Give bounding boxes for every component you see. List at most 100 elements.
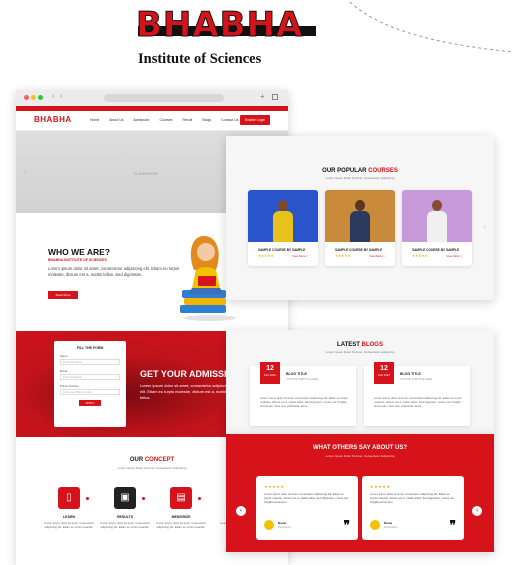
blogs-subtitle: Lorem Ipsum Dolor Si Amet, Consectetur A… <box>325 350 395 354</box>
results-icon: ▣ <box>114 487 136 509</box>
nav-menu: Home About Us Admission Courses Result B… <box>90 118 247 122</box>
forward-icon[interactable]: › <box>60 93 62 100</box>
tabs-icon[interactable] <box>272 94 278 100</box>
concept-text: Lorem ipsum dolor sit amet, consectetur … <box>44 521 94 529</box>
view-more-link[interactable]: View More > <box>446 254 462 258</box>
view-more-link[interactable]: View More > <box>369 254 385 258</box>
avatar <box>370 520 380 530</box>
back-icon[interactable]: ‹ <box>52 93 54 100</box>
courses-title-accent: COURSES <box>368 168 398 174</box>
email-field[interactable]: Enter your Email <box>60 374 120 380</box>
testimonial-card: ★★★★★ Lorem ipsum dolor sit amet, consec… <box>362 476 464 540</box>
minimize-dot-icon[interactable] <box>31 95 36 100</box>
courses-panel: OUR POPULAR COURSES Lorem Ipsum Dolor Si… <box>226 136 494 300</box>
about-text: Lorem ipsum dolor sit amet, consectetur … <box>48 266 180 277</box>
concept-text: Lorem ipsum dolor sit amet, consectetur … <box>100 521 150 529</box>
student-figure <box>272 200 294 242</box>
browser-chrome: ‹ › + <box>16 90 288 106</box>
logo-wordmark: BHABHA <box>135 5 304 45</box>
student-figure <box>349 200 371 242</box>
student-figure <box>426 200 448 242</box>
admission-heading: GET YOUR ADMISSION <box>140 369 241 379</box>
testimonials-panel: WHAT OTHERS SAY ABOUT US? Lorem Ipsum Do… <box>226 434 494 552</box>
blogs-title-plain: LATEST <box>337 342 360 348</box>
brand-logo: BHABHA Institute of Sciences <box>128 6 328 68</box>
phone-field[interactable]: Enter your Phone Number <box>60 389 120 395</box>
about-heading: WHO WE ARE? <box>48 247 111 257</box>
about-tagline: BHABHA INSTITUTE OF SCIENCES <box>48 258 107 262</box>
form-title: FILL THE FORM <box>76 346 104 350</box>
testimonial-prev-button[interactable]: ‹ <box>236 506 246 516</box>
blog-excerpt: Lorem ipsum dolor sit amet, consectetur … <box>260 396 348 408</box>
course-image <box>248 190 318 242</box>
course-rating: ★★★★★ <box>412 254 428 258</box>
nav-logo[interactable]: BHABHA <box>34 115 72 124</box>
blog-day: 12 <box>266 365 274 372</box>
course-card[interactable]: SAMPLE COURSE BY SAMPLE ★★★★★ View More … <box>402 190 472 266</box>
email-label: Email <box>60 369 67 373</box>
course-title: SAMPLE COURSE BY SAMPLE <box>412 248 460 252</box>
nav-item-blogs[interactable]: Blogs <box>202 118 211 122</box>
concept-title-plain: OUR <box>129 457 144 463</box>
concept-label-memorize: MEMORIZE <box>171 515 191 519</box>
testimonial-rating: ★★★★★ <box>370 484 391 489</box>
nav-item-result[interactable]: Result <box>182 118 192 122</box>
decorative-dashed-curve <box>349 1 514 53</box>
testimonials-title: WHAT OTHERS SAY ABOUT US? <box>312 445 407 451</box>
blog-date-badge: 12 Feb 2022 <box>260 362 280 384</box>
blog-card[interactable]: 12 Feb 2022 BLOG TITLE CUSTOM SUBTITLE H… <box>250 362 356 426</box>
nav-item-about[interactable]: About Us <box>109 118 123 122</box>
course-image <box>402 190 472 242</box>
blog-day: 12 <box>380 365 388 372</box>
testimonial-card: ★★★★★ Lorem ipsum dolor sit amet, consec… <box>256 476 358 540</box>
testimonial-name: Name <box>278 521 287 525</box>
concept-connector <box>142 497 145 500</box>
course-rating: ★★★★★ <box>335 254 351 258</box>
concept-connector <box>198 497 201 500</box>
slide-prev-icon[interactable]: ‹ <box>24 167 27 176</box>
testimonial-next-button[interactable]: › <box>472 506 482 516</box>
course-card[interactable]: SAMPLE COURSE BY SAMPLE ★★★★★ View More … <box>248 190 318 266</box>
course-rating: ★★★★★ <box>258 254 274 258</box>
maximize-dot-icon[interactable] <box>38 95 43 100</box>
nav-item-courses[interactable]: Courses <box>159 118 172 122</box>
course-image <box>325 190 395 242</box>
name-field[interactable]: Enter your Name <box>60 359 120 365</box>
courses-subtitle: Lorem Ipsum Dolor Si Amet, Consectetur A… <box>325 176 395 180</box>
course-card[interactable]: SAMPLE COURSE BY SAMPLE ★★★★★ View More … <box>325 190 395 266</box>
testimonial-name: Name <box>384 521 393 525</box>
nav-item-admission[interactable]: Admission <box>133 118 149 122</box>
name-label: Name <box>60 354 68 358</box>
testimonial-role: Designation <box>278 526 292 529</box>
slideshow-label: SLIDESHOW <box>134 171 159 176</box>
testimonial-rating: ★★★★★ <box>264 484 285 489</box>
close-dot-icon[interactable] <box>24 95 29 100</box>
courses-title: OUR POPULAR COURSES <box>226 168 494 174</box>
admission-text: Lorem ipsum dolor sit amet, consectetur … <box>140 383 231 400</box>
quote-icon: ❞ <box>449 518 456 532</box>
blog-card[interactable]: 12 Feb 2022 BLOG TITLE CUSTOM SUBTITLE H… <box>364 362 470 426</box>
quote-icon: ❞ <box>343 518 350 532</box>
logo-subtitle: Institute of Sciences <box>138 51 262 67</box>
blogs-title-accent: BLOGS <box>361 342 383 348</box>
blogs-title: LATEST BLOGS <box>226 342 494 348</box>
blog-title: BLOG TITLE <box>400 372 421 376</box>
concept-label-learn: LEARN <box>62 515 76 519</box>
phone-icon: ▯ <box>58 487 80 509</box>
courses-next-icon[interactable]: › <box>484 224 486 231</box>
nav-item-home[interactable]: Home <box>90 118 99 122</box>
course-title: SAMPLE COURSE BY SAMPLE <box>335 248 383 252</box>
blog-date-badge: 12 Feb 2022 <box>374 362 394 384</box>
blogs-panel: LATEST BLOGS Lorem Ipsum Dolor Si Amet, … <box>226 330 494 434</box>
apply-button[interactable]: APPLY <box>79 400 101 406</box>
login-button[interactable]: Enable Login <box>240 115 270 125</box>
view-more-link[interactable]: View More > <box>292 254 308 258</box>
address-bar[interactable] <box>104 94 224 102</box>
testimonial-text: Lorem ipsum dolor sit amet, consectetur … <box>370 492 455 504</box>
new-tab-icon[interactable]: + <box>260 92 265 101</box>
testimonials-subtitle: Lorem Ipsum Dolor Si Amet, Consectetur A… <box>325 454 395 458</box>
nav-item-contact[interactable]: Contact Us <box>221 118 238 122</box>
phone-label: Phone Number <box>60 384 79 388</box>
blog-title: BLOG TITLE <box>286 372 307 376</box>
read-more-button[interactable]: Read More <box>48 291 78 299</box>
